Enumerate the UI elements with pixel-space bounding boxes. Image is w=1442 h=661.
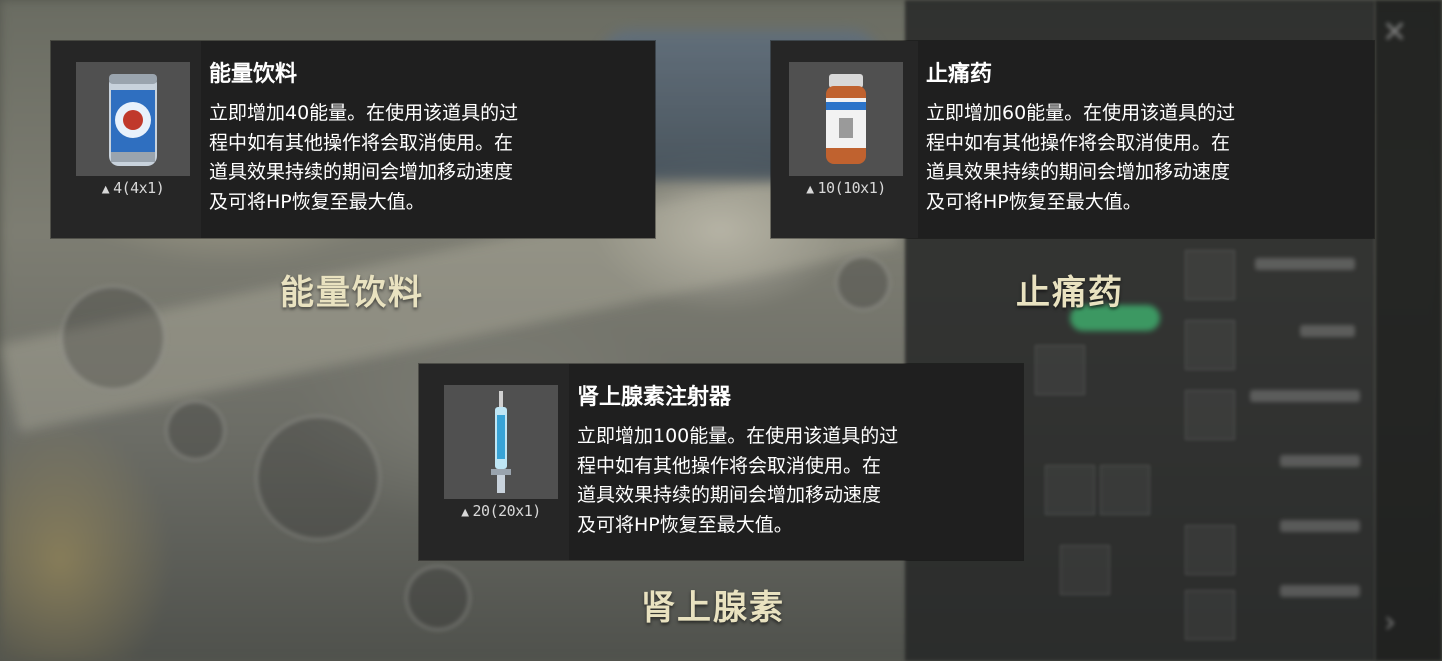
item-description: 立即增加60能量。在使用该道具的过 程中如有其他操作将会取消使用。在 道具效果持… — [926, 102, 1236, 213]
inventory-slot[interactable] — [1100, 465, 1150, 515]
painkiller-bottle-icon — [789, 62, 903, 176]
weight-value: 4(4x1) — [113, 179, 165, 197]
fire-joystick[interactable] — [255, 415, 381, 541]
item-description: 立即增加100能量。在使用该道具的过 程中如有其他操作将会取消使用。在 道具效果… — [577, 425, 899, 536]
item-icon-panel: ▲ 10(10x1) — [771, 41, 918, 238]
skill-button[interactable] — [405, 565, 471, 631]
item-tooltip-adrenaline-syringe: ▲ 20(20x1) 肾上腺素注射器 立即增加100能量。在使用该道具的过 程中如… — [419, 364, 1023, 560]
inventory-slot[interactable] — [1185, 590, 1235, 640]
adrenaline-syringe-icon — [444, 385, 558, 499]
energy-drink-can-icon — [76, 62, 190, 176]
inventory-text — [1300, 325, 1355, 337]
inventory-text — [1280, 520, 1360, 532]
weight-value: 10(10x1) — [817, 179, 887, 197]
movement-joystick[interactable] — [60, 285, 166, 391]
inventory-slot[interactable] — [1185, 250, 1235, 300]
item-tooltip-energy-drink: ▲ 4(4x1) 能量饮料 立即增加40能量。在使用该道具的过 程中如有其他操作将… — [51, 41, 655, 238]
inventory-text — [1255, 258, 1355, 270]
item-info: 肾上腺素注射器 立即增加100能量。在使用该道具的过 程中如有其他操作将会取消使… — [569, 364, 1023, 560]
weight-icon: ▲ — [461, 505, 469, 520]
item-weight: ▲ 10(10x1) — [789, 179, 903, 197]
item-title: 肾上腺素注射器 — [577, 385, 732, 410]
item-weight: ▲ 4(4x1) — [76, 179, 190, 197]
item-icon-panel: ▲ 4(4x1) — [51, 41, 201, 238]
inventory-slot[interactable] — [1035, 345, 1085, 395]
inventory-text — [1280, 585, 1360, 597]
action-button[interactable] — [165, 400, 226, 461]
item-icon-panel: ▲ 20(20x1) — [419, 364, 569, 560]
inventory-slot[interactable] — [1185, 525, 1235, 575]
item-info: 能量饮料 立即增加40能量。在使用该道具的过 程中如有其他操作将会取消使用。在 … — [201, 41, 655, 238]
game-screen: ✕ › ▲ 4(4x1) 能量饮料 立即增加40能量。在使用该道具的过 程中如有… — [0, 0, 1442, 661]
weight-icon: ▲ — [806, 182, 814, 197]
item-weight: ▲ 20(20x1) — [444, 502, 558, 520]
caption-painkiller: 止痛药 — [1016, 273, 1124, 313]
inventory-text — [1280, 455, 1360, 467]
item-title: 止痛药 — [926, 62, 993, 87]
caption-adrenaline: 肾上腺素 — [641, 588, 785, 628]
inventory-slot[interactable] — [1060, 545, 1110, 595]
inventory-text — [1250, 390, 1360, 402]
close-icon[interactable]: ✕ — [1382, 15, 1407, 50]
item-title: 能量饮料 — [209, 62, 298, 87]
inventory-slot[interactable] — [1185, 320, 1235, 370]
inventory-slot[interactable] — [1045, 465, 1095, 515]
item-info: 止痛药 立即增加60能量。在使用该道具的过 程中如有其他操作将会取消使用。在 道… — [918, 41, 1374, 238]
item-description: 立即增加40能量。在使用该道具的过 程中如有其他操作将会取消使用。在 道具效果持… — [209, 102, 519, 213]
inventory-slot[interactable] — [1185, 390, 1235, 440]
aim-button[interactable] — [835, 255, 891, 311]
weight-value: 20(20x1) — [472, 502, 542, 520]
item-tooltip-painkiller: ▲ 10(10x1) 止痛药 立即增加60能量。在使用该道具的过 程中如有其他操作… — [771, 41, 1374, 238]
inventory-tabs — [1375, 0, 1442, 661]
next-icon[interactable]: › — [1384, 605, 1396, 640]
caption-energy-drink: 能量饮料 — [280, 273, 424, 313]
weight-icon: ▲ — [101, 182, 110, 197]
